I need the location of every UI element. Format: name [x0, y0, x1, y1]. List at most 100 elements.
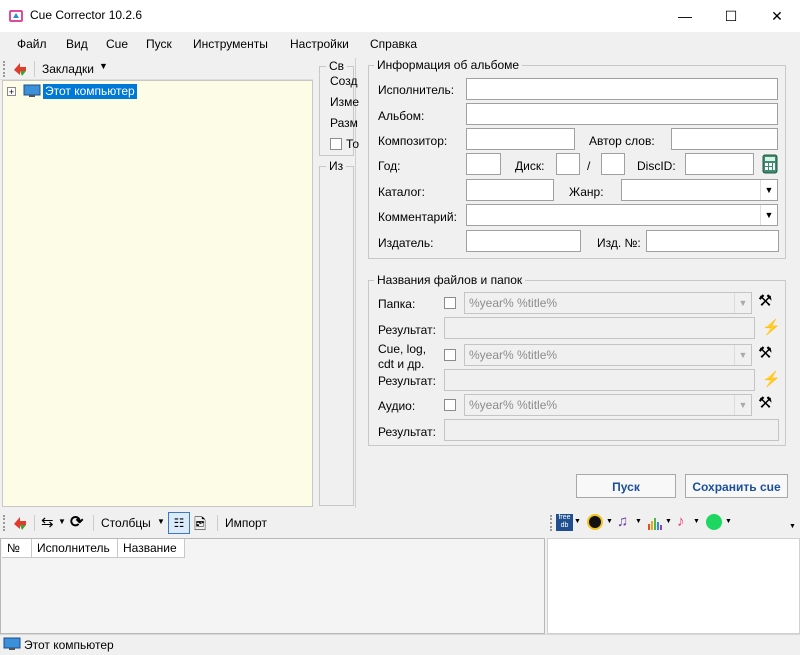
folder-result-field [444, 317, 755, 339]
favorites-icon[interactable] [12, 61, 28, 77]
image-view-icon[interactable]: 🖻 [194, 514, 206, 539]
equalizer-dropdown-icon[interactable]: ▼ [665, 518, 672, 525]
folder-tree[interactable]: + Этот компьютер [2, 80, 313, 507]
discogs-icon[interactable] [587, 514, 603, 530]
freedb-icon[interactable]: free db [556, 514, 573, 531]
comment-dropdown-icon[interactable]: ▼ [760, 205, 777, 225]
lyricist-input[interactable] [671, 128, 778, 150]
toolbar-grip-3[interactable] [550, 515, 552, 531]
genre-dropdown-icon[interactable]: ▼ [760, 180, 777, 200]
performer-label: Исполнитель: [378, 83, 455, 97]
services-toolbar: free db ▼ ▼ ♫ ▼ ▼ ♪ ▼ ▼ ▼ [547, 511, 800, 535]
year-input[interactable] [466, 153, 501, 175]
menu-cue[interactable]: Cue [106, 37, 128, 51]
favorites-icon-2[interactable] [12, 515, 28, 531]
album-input[interactable] [466, 103, 778, 125]
cue-label-line2: cdt и др. [378, 357, 425, 371]
apple-music-dropdown-icon[interactable]: ▼ [693, 518, 700, 525]
menu-run[interactable]: Пуск [146, 37, 172, 51]
cue-pattern-dropdown-icon[interactable]: ▼ [734, 345, 751, 365]
modified-label: Изме [330, 95, 360, 109]
discid-label: DiscID: [637, 159, 676, 173]
close-button[interactable]: ✕ [754, 0, 800, 32]
disc-number-input[interactable] [556, 153, 580, 175]
musicbrainz-icon[interactable]: ♫ [617, 513, 628, 530]
folder-tools-icon[interactable]: ⚒ [758, 291, 772, 311]
import-button[interactable]: Импорт [225, 516, 267, 530]
folder-result-label: Результат: [378, 323, 436, 337]
col-performer[interactable]: Исполнитель [32, 539, 118, 558]
publisher-input[interactable] [466, 230, 581, 252]
col-title[interactable]: Название [118, 539, 185, 558]
props-group-2-title: Из [326, 159, 347, 173]
discogs-dropdown-icon[interactable]: ▼ [606, 518, 613, 525]
grid-view-icon: ☷ [173, 516, 185, 530]
audio-pattern-dropdown-icon[interactable]: ▼ [734, 395, 751, 415]
cue-pattern-value: %year% %title% [469, 348, 558, 362]
toolbar-separator-2 [34, 515, 35, 531]
toolbar-grip-2[interactable] [3, 515, 5, 531]
columns-dropdown-icon[interactable]: ▼ [157, 517, 165, 526]
menu-file[interactable]: Файл [17, 37, 47, 51]
audio-result-label: Результат: [378, 425, 436, 439]
bookmarks-button[interactable]: Закладки [42, 62, 94, 76]
audio-pattern-combo[interactable]: %year% %title% ▼ [464, 394, 752, 416]
composer-input[interactable] [466, 128, 575, 150]
spotify-icon[interactable] [706, 514, 722, 530]
filenames-title: Названия файлов и папок [374, 273, 526, 287]
equalizer-icon[interactable] [647, 515, 663, 531]
vertical-splitter[interactable] [313, 58, 316, 508]
toolbar-overflow-icon[interactable]: ▼ [789, 523, 796, 530]
bookmarks-dropdown-icon[interactable]: ▼ [99, 61, 108, 71]
audio-result-field [444, 419, 779, 441]
apple-music-icon[interactable]: ♪ [677, 513, 685, 530]
calculator-icon[interactable] [761, 154, 779, 174]
tree-item-this-pc[interactable]: Этот компьютер [43, 84, 137, 99]
menu-tools[interactable]: Инструменты [193, 37, 268, 51]
cue-tools-icon[interactable]: ⚒ [758, 343, 772, 363]
disc-total-input[interactable] [601, 153, 625, 175]
grid-view-button[interactable]: ☷ [168, 512, 190, 534]
folder-pattern-combo[interactable]: %year% %title% ▼ [464, 292, 752, 314]
toolbar-grip[interactable] [3, 61, 6, 77]
musicbrainz-dropdown-icon[interactable]: ▼ [635, 518, 642, 525]
run-button[interactable]: Пуск [576, 474, 676, 498]
catalog-input[interactable] [466, 179, 554, 201]
menu-settings[interactable]: Настройки [290, 37, 349, 51]
cue-pattern-combo[interactable]: %year% %title% ▼ [464, 344, 752, 366]
props-checkbox[interactable] [330, 138, 342, 150]
refresh-icon[interactable]: ⟳ [70, 512, 83, 532]
save-cue-button[interactable]: Сохранить cue [685, 474, 788, 498]
swap-icon[interactable]: ⇆ [41, 513, 54, 531]
folder-checkbox[interactable] [444, 297, 456, 309]
expand-icon[interactable]: + [7, 87, 16, 97]
spotify-dropdown-icon[interactable]: ▼ [725, 518, 732, 525]
minimize-button[interactable]: — [662, 0, 708, 32]
cue-apply-icon[interactable]: ⚡ [762, 370, 781, 388]
columns-button[interactable]: Столбцы [101, 516, 151, 530]
swap-dropdown-icon[interactable]: ▼ [58, 517, 66, 526]
freedb-dropdown-icon[interactable]: ▼ [574, 518, 581, 525]
pub-no-input[interactable] [646, 230, 779, 252]
genre-combo[interactable]: ▼ [621, 179, 778, 201]
cue-checkbox[interactable] [444, 349, 456, 361]
menu-view[interactable]: Вид [66, 37, 88, 51]
toolbar-separator-3 [93, 515, 94, 531]
discid-input[interactable] [685, 153, 754, 175]
folder-pattern-dropdown-icon[interactable]: ▼ [734, 293, 751, 313]
audio-tools-icon[interactable]: ⚒ [758, 393, 772, 413]
status-computer-icon [3, 637, 21, 650]
maximize-button[interactable]: ☐ [708, 0, 754, 32]
props-checkbox-label: То [346, 137, 360, 151]
audio-label: Аудио: [378, 399, 416, 413]
col-number[interactable]: № [2, 539, 32, 558]
folder-apply-icon[interactable]: ⚡ [762, 318, 781, 336]
track-table[interactable]: № Исполнитель Название [0, 538, 545, 634]
comment-combo[interactable]: ▼ [466, 204, 778, 226]
cue-label-line1: Cue, log, [378, 342, 427, 356]
performer-input[interactable] [466, 78, 778, 100]
status-text: Этот компьютер [24, 638, 114, 652]
audio-checkbox[interactable] [444, 399, 456, 411]
folder-pattern-value: %year% %title% [469, 296, 558, 310]
menu-help[interactable]: Справка [370, 37, 417, 51]
